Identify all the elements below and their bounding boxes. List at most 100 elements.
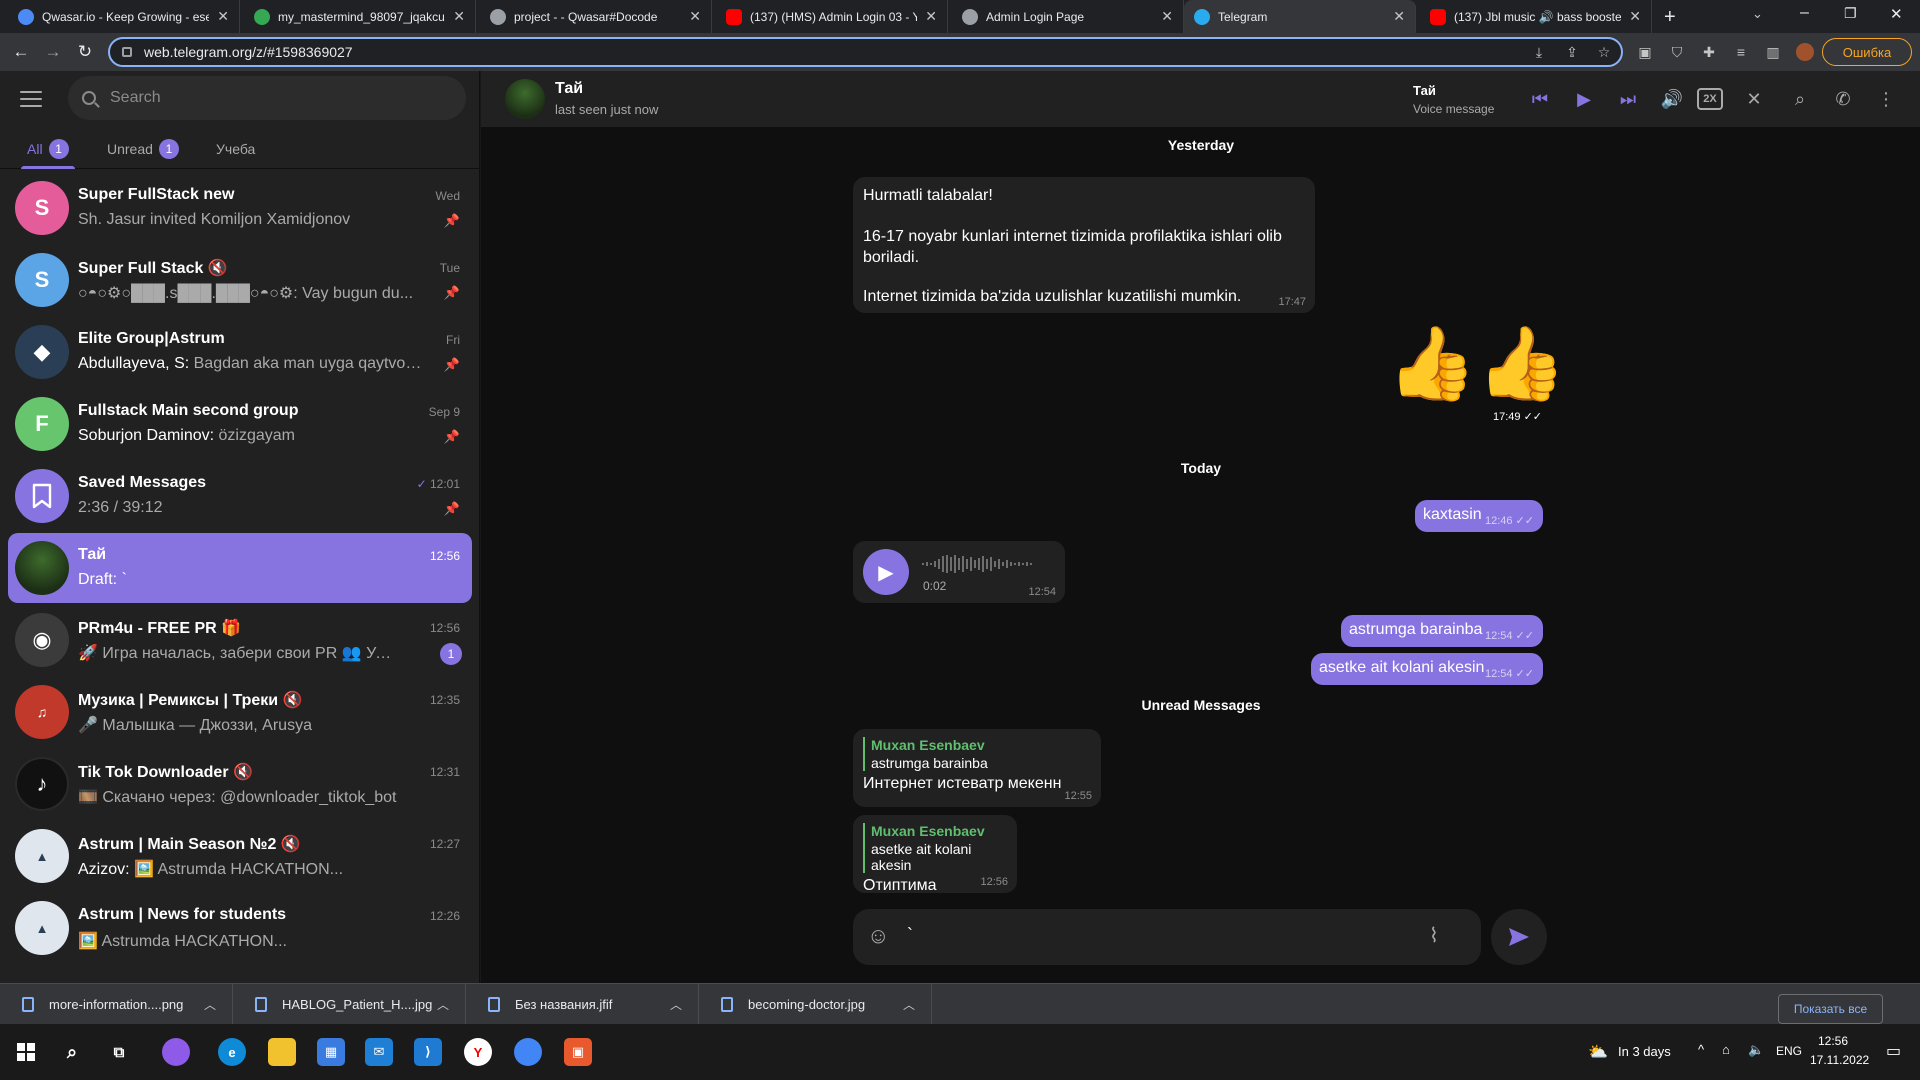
folder-tab-ucheba[interactable]: Учеба <box>216 129 255 169</box>
message-input[interactable]: ` <box>907 925 913 946</box>
browser-tab-github[interactable]: my_mastermind_98097_jqakcu/ ✕ <box>244 0 476 33</box>
close-tab-icon[interactable]: ✕ <box>1393 8 1405 25</box>
close-tab-icon[interactable]: ✕ <box>453 8 465 25</box>
chevron-up-icon[interactable]: ︿ <box>670 996 682 1013</box>
show-all-downloads-button[interactable]: Показать все <box>1778 994 1883 1024</box>
voice-play-button[interactable]: ▶ <box>863 549 909 595</box>
search-icon[interactable]: ⌕ <box>1787 87 1813 111</box>
yandex-icon[interactable]: Y <box>464 1038 492 1066</box>
peer-name[interactable]: Тай <box>555 80 583 98</box>
chat-item[interactable]: Saved Messages ✓ 12:01 2:36 / 39:12 📌 <box>8 461 472 531</box>
reload-icon[interactable]: ↻ <box>75 42 95 62</box>
chat-item[interactable]: ♪ Tik Tok Downloader 🔇 12:31 🎞️ Скачано … <box>8 749 472 819</box>
browser-tab-admin-login[interactable]: Admin Login Page ✕ <box>952 0 1184 33</box>
download-item[interactable]: more-information....png ︿ <box>0 984 233 1024</box>
chat-item[interactable]: ◉ PRm4u - FREE PR 🎁 12:56 🚀 Игра началас… <box>8 605 472 675</box>
store-icon[interactable]: ▦ <box>317 1038 345 1066</box>
incoming-message[interactable]: Hurmatli talabalar! 16-17 noyabr kunlari… <box>853 177 1315 313</box>
clock-time[interactable]: 12:56 <box>1818 1034 1848 1048</box>
install-app-icon[interactable]: ⤓ <box>1530 43 1548 61</box>
reply-quote[interactable]: Muxan Esenbaev astrumga barainba <box>863 737 1091 771</box>
search-input[interactable]: Search <box>68 76 466 120</box>
chat-item[interactable]: ♫ Музика | Ремиксы | Треки 🔇 12:35 🎤 Мал… <box>8 677 472 747</box>
puzzle-icon[interactable]: ✚ <box>1700 43 1718 61</box>
chevron-up-icon[interactable]: ︿ <box>903 996 915 1013</box>
address-bar[interactable]: web.telegram.org/z/#1598369027 <box>108 37 1623 67</box>
tab-search-chevron-icon[interactable]: ⌄ <box>1752 6 1763 22</box>
bookmark-star-icon[interactable]: ☆ <box>1595 43 1613 61</box>
edge-icon[interactable]: e <box>218 1038 246 1066</box>
outgoing-message[interactable]: kaxtasin 12:46 ✓✓ <box>1415 500 1543 532</box>
previous-track-icon[interactable]: ⏮ <box>1527 87 1553 111</box>
extension-icon[interactable]: ▣ <box>1636 43 1654 61</box>
next-track-icon[interactable]: ⏭ <box>1615 87 1641 111</box>
new-tab-button[interactable]: + <box>1664 6 1676 29</box>
close-tab-icon[interactable]: ✕ <box>925 8 937 25</box>
close-player-icon[interactable]: ✕ <box>1741 87 1767 111</box>
back-arrow-icon[interactable]: ← <box>11 42 31 62</box>
chrome-icon[interactable] <box>514 1038 542 1066</box>
close-tab-icon[interactable]: ✕ <box>689 8 701 25</box>
audio-player-title[interactable]: Тай <box>1413 83 1436 98</box>
url-text[interactable]: web.telegram.org/z/#1598369027 <box>144 44 353 60</box>
mail-icon[interactable]: ✉ <box>365 1038 393 1066</box>
peer-avatar[interactable] <box>505 79 545 119</box>
windows-start-icon[interactable] <box>12 1038 40 1066</box>
browser-tab-youtube-admin[interactable]: (137) (HMS) Admin Login 03 - Y ✕ <box>716 0 948 33</box>
download-item[interactable]: HABLOG_Patient_H....jpg ︿ <box>233 984 466 1024</box>
chat-item[interactable]: ▲ Astrum | News for students 12:26 🖼️ As… <box>8 893 472 963</box>
emoji-icon[interactable]: ☺ <box>867 923 889 949</box>
browser-error-button[interactable]: Ошибка <box>1822 38 1912 66</box>
incoming-reply-message[interactable]: Muxan Esenbaev asetke ait kolani akesin … <box>853 815 1017 894</box>
sublime-icon[interactable]: ▣ <box>564 1038 592 1066</box>
close-tab-icon[interactable]: ✕ <box>217 8 229 25</box>
chat-item[interactable]: ▲ Astrum | Main Season №2 🔇 12:27 Azizov… <box>8 821 472 891</box>
volume-icon[interactable]: 🔊 <box>1659 87 1685 111</box>
chat-item[interactable]: S Super FullStack new Wed Sh. Jasur invi… <box>8 173 472 243</box>
send-button[interactable] <box>1491 909 1547 965</box>
speaker-icon[interactable]: 🔈 <box>1748 1042 1764 1058</box>
folder-tab-all[interactable]: All 1 <box>21 129 75 169</box>
close-tab-icon[interactable]: ✕ <box>1629 8 1641 25</box>
task-view-icon[interactable]: ⧉ <box>105 1038 133 1066</box>
voice-message[interactable]: ▶ 0:02 12:54 <box>853 541 1065 603</box>
cortana-app-icon[interactable] <box>162 1038 190 1066</box>
search-icon[interactable]: ⌕ <box>58 1038 86 1066</box>
incoming-reply-message[interactable]: Muxan Esenbaev astrumga barainba Интерне… <box>853 729 1101 807</box>
close-tab-icon[interactable]: ✕ <box>1161 8 1173 25</box>
shield-icon[interactable]: ⛉ <box>1668 43 1686 61</box>
chat-item[interactable]: S Super Full Stack 🔇 Tue ○◓○⚙○███.s███.█… <box>8 245 472 315</box>
notification-icon[interactable]: ▭ <box>1886 1041 1901 1061</box>
media-control-icon[interactable]: ≡ <box>1732 43 1750 61</box>
thumbs-up-sticker[interactable]: 👍👍 <box>1387 324 1566 404</box>
outgoing-message[interactable]: asetke ait kolani akesin 12:54 ✓✓ <box>1311 653 1543 685</box>
chat-item[interactable]: F Fullstack Main second group Sep 9 Sobu… <box>8 389 472 459</box>
phone-call-icon[interactable]: ✆ <box>1830 87 1856 111</box>
browser-tab-qwasar[interactable]: Qwasar.io - Keep Growing - ese ✕ <box>8 0 240 33</box>
download-item[interactable]: becoming-doctor.jpg ︿ <box>699 984 932 1024</box>
vscode-icon[interactable]: ⟩ <box>414 1038 442 1066</box>
attach-paperclip-icon[interactable]: ⌇ <box>1429 923 1439 948</box>
close-window-button[interactable]: ✕ <box>1890 5 1903 23</box>
folder-tab-unread[interactable]: Unread 1 <box>107 129 179 169</box>
play-icon[interactable]: ▶ <box>1571 87 1597 111</box>
reply-quote[interactable]: Muxan Esenbaev asetke ait kolani akesin <box>863 823 1007 873</box>
chat-item-active[interactable]: Тай 12:56 Draft: ` <box>8 533 472 603</box>
chevron-up-icon[interactable]: ︿ <box>204 996 216 1013</box>
chat-item[interactable]: ◆ Elite Group|Astrum Fri Abdullayeva, S:… <box>8 317 472 387</box>
clock-date[interactable]: 17.11.2022 <box>1810 1053 1869 1067</box>
profile-avatar[interactable] <box>1796 43 1814 61</box>
weather-icon[interactable]: ⛅ <box>1588 1042 1608 1062</box>
browser-tab-telegram[interactable]: Telegram ✕ <box>1184 0 1416 33</box>
playback-speed-button[interactable]: 2X <box>1697 88 1723 110</box>
network-icon[interactable]: ⌂ <box>1722 1042 1730 1057</box>
side-panel-icon[interactable]: ▥ <box>1764 43 1782 61</box>
minimize-window-button[interactable]: – <box>1800 4 1809 22</box>
forward-arrow-icon[interactable]: → <box>43 42 63 62</box>
file-explorer-icon[interactable] <box>268 1038 296 1066</box>
browser-tab-docode[interactable]: project - - Qwasar#Docode ✕ <box>480 0 712 33</box>
restore-window-button[interactable]: ❐ <box>1844 5 1857 22</box>
share-icon[interactable]: ⇪ <box>1563 43 1581 61</box>
browser-tab-youtube-music[interactable]: (137) Jbl music 🔊 bass booste ✕ <box>1420 0 1652 33</box>
hamburger-menu-icon[interactable] <box>20 91 42 107</box>
